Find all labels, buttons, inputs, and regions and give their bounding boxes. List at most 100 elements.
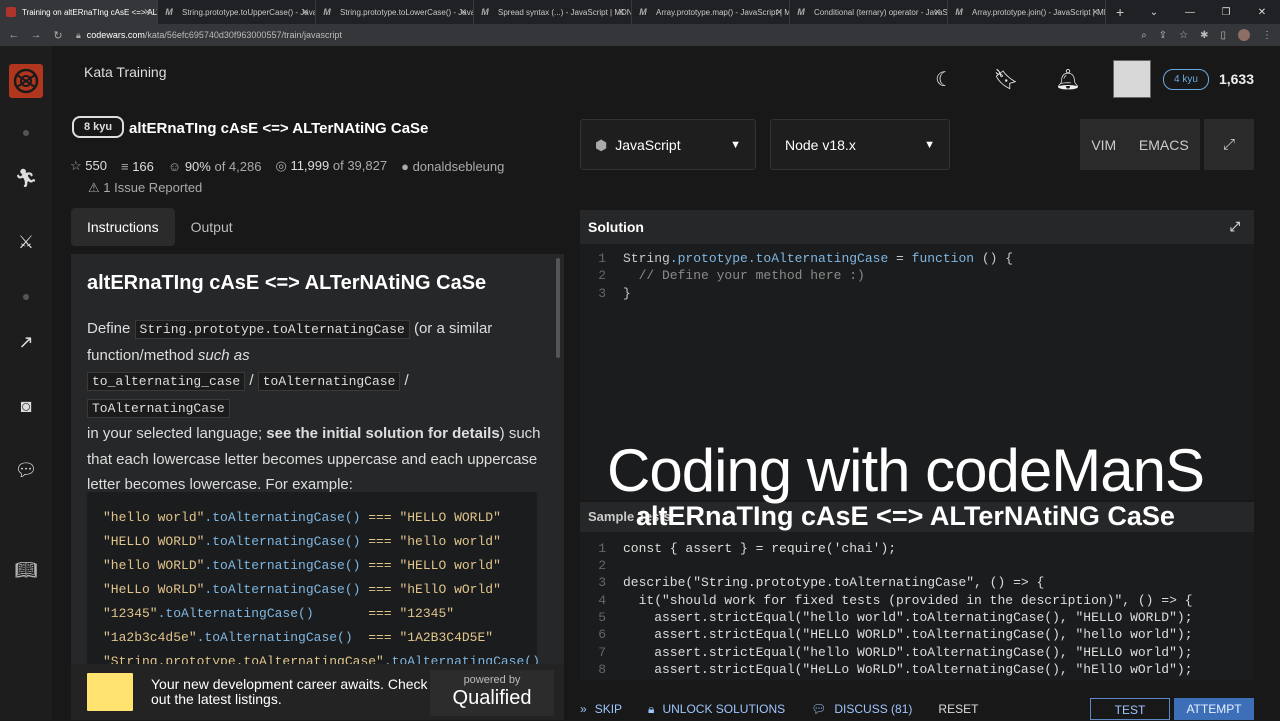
stack-icon: ≡ — [120, 158, 129, 174]
discuss-button[interactable]: 💬︎ DISCUSS (81) — [811, 702, 912, 716]
emacs-button[interactable]: EMACS — [1139, 137, 1189, 153]
bell-icon[interactable]: 🔔︎ — [1037, 67, 1099, 92]
train-runner-icon[interactable]: 🏃︎ — [14, 166, 38, 190]
fullscreen-icon[interactable]: ⤢ — [1204, 119, 1254, 170]
close-icon[interactable]: ✕ — [143, 7, 151, 18]
bookmark-icon[interactable]: 🔖︎ — [975, 67, 1037, 92]
new-tab-button[interactable]: + — [1116, 4, 1124, 20]
inline-code: String.prototype.toAlternatingCase — [134, 320, 410, 339]
maximize-icon[interactable]: ❐ — [1208, 7, 1244, 18]
browser-tab[interactable]: M String.prototype.toLowerCase() - JavaSc… — [316, 0, 474, 24]
kata-name: altERnaTIng cAsE <=> ALTerNAtiNG CaSe — [129, 120, 429, 137]
line-number: 3 — [598, 575, 606, 590]
code-line: assert.strictEqual("hello world".toAlter… — [623, 610, 1193, 625]
trending-icon[interactable]: ↗ — [14, 330, 38, 354]
minimize-icon[interactable]: — — [1172, 7, 1208, 18]
close-icon[interactable]: ✕ — [775, 7, 783, 18]
issues-link[interactable]: ⚠ 1 Issue Reported — [88, 180, 202, 196]
language-icon: ⬢ — [595, 137, 608, 153]
chat-icon: 💬︎ — [811, 702, 827, 716]
close-icon[interactable]: ✕ — [617, 7, 625, 18]
tab-output[interactable]: Output — [175, 208, 249, 246]
line-number: 2 — [598, 558, 606, 573]
line-number: 6 — [598, 627, 606, 642]
chevron-down-icon[interactable]: ⌄ — [1136, 7, 1172, 18]
window-controls: ⌄ — ❐ ✕ — [1136, 0, 1280, 24]
codewars-logo[interactable] — [9, 64, 43, 98]
close-window-icon[interactable]: ✕ — [1244, 7, 1280, 18]
extensions-icon[interactable]: ✱ — [1200, 30, 1208, 41]
browser-tab-strip: Training on altERnaTIng cAsE <=> ALTerNA… — [0, 0, 1280, 24]
browser-tab[interactable]: M Array.prototype.map() - JavaScript | MD… — [632, 0, 790, 24]
test-button[interactable]: TEST — [1090, 698, 1170, 720]
line-number: 1 — [598, 541, 606, 556]
mdn-favicon-icon: M — [639, 7, 647, 17]
tab-label: String.prototype.toUpperCase() - JavaScr… — [182, 7, 315, 17]
close-icon[interactable]: ✕ — [459, 7, 467, 18]
forward-icon[interactable]: → — [28, 29, 44, 41]
browser-tab[interactable]: M Spread syntax (...) - JavaScript | MDN ✕ — [474, 0, 632, 24]
close-icon[interactable]: ✕ — [933, 7, 941, 18]
docs-book-icon[interactable]: 📖︎ — [14, 558, 38, 582]
video-overlay-title: Coding with codeManS — [607, 437, 1205, 504]
profile-avatar[interactable] — [1238, 29, 1250, 41]
mdn-favicon-icon: M — [797, 7, 805, 17]
chat-icon[interactable]: 💬︎ — [14, 458, 38, 482]
rank-badge[interactable]: 4 kyu — [1163, 68, 1209, 90]
attempt-button[interactable]: ATTEMPT — [1174, 698, 1254, 720]
user-avatar[interactable] — [1113, 60, 1152, 98]
vim-button[interactable]: VIM — [1091, 137, 1116, 153]
tab-instructions[interactable]: Instructions — [71, 208, 175, 246]
menu-icon[interactable]: ⋮ — [1262, 30, 1272, 41]
mdn-favicon-icon: M — [323, 7, 331, 17]
code-line: } — [623, 286, 631, 301]
example-code: "hello world".toAlternatingCase() === "H… — [103, 506, 540, 664]
browser-tab[interactable]: M Array.prototype.join() - JavaScript | M… — [948, 0, 1106, 24]
page-title: Kata Training — [84, 64, 167, 80]
practice-icon[interactable]: ⚔︎ — [14, 230, 38, 254]
unlock-solutions-button[interactable]: 🔒︎ UNLOCK SOLUTIONS — [648, 702, 785, 717]
reload-icon[interactable]: ↻ — [50, 29, 66, 42]
powered-by[interactable]: powered by Qualified — [430, 670, 554, 716]
line-number: 1 — [598, 251, 606, 266]
job-ad-banner[interactable]: Your new development career awaits. Chec… — [71, 664, 564, 720]
reset-button[interactable]: RESET — [938, 702, 978, 716]
browser-tab[interactable]: M String.prototype.toUpperCase() - JavaSc… — [158, 0, 316, 24]
share-icon[interactable]: ⇪ — [1159, 30, 1167, 41]
line-number: 8 — [598, 662, 606, 677]
instructions-scrollbar[interactable] — [556, 258, 560, 358]
bookmark-star-icon[interactable]: ☆ — [1179, 30, 1188, 41]
ad-text: Your new development career awaits. Chec… — [151, 676, 428, 707]
tab-label: String.prototype.toLowerCase() - JavaScr… — [340, 7, 473, 17]
address-bar: ← → ↻ 🔒︎ codewars.com/kata/56efc695740d3… — [0, 24, 1280, 46]
sample-tests-editor[interactable]: 1 const { assert } = require('chai'); 2 … — [580, 532, 1254, 680]
close-icon[interactable]: ✕ — [1091, 7, 1099, 18]
discord-icon[interactable]: ◙ — [14, 394, 38, 418]
warning-icon: ⚠ — [88, 180, 100, 195]
solution-header: Solution ⤢ — [580, 210, 1254, 244]
language-select[interactable]: ⬢ JavaScript ▼ — [580, 119, 756, 170]
browser-tab[interactable]: Training on altERnaTIng cAsE <=> ALTerNA… — [0, 0, 158, 24]
back-icon[interactable]: ← — [6, 29, 22, 41]
expand-icon[interactable]: ⤢ — [1230, 210, 1240, 244]
skip-button[interactable]: » SKIP — [580, 702, 622, 716]
line-number: 7 — [598, 645, 606, 660]
collections-stat[interactable]: ≡ 166 — [121, 159, 154, 174]
action-bar: » SKIP 🔒︎ UNLOCK SOLUTIONS 💬︎ DISCUSS (81) … — [580, 698, 1254, 720]
sidebar-toggle-icon[interactable]: ▯ — [1220, 30, 1226, 41]
zoom-icon[interactable]: ⌕ — [1141, 30, 1147, 41]
tab-label: Array.prototype.join() - JavaScript | MD… — [972, 7, 1106, 17]
honor-count: 1,633 — [1218, 71, 1254, 87]
thumbs-icon: ☺ — [167, 158, 182, 174]
code-line: assert.strictEqual("HELLO WORLD".toAlter… — [623, 627, 1193, 642]
moon-icon[interactable]: ☾ — [913, 67, 975, 92]
author-link[interactable]: ● donaldsebleung — [401, 159, 504, 174]
url-field[interactable]: 🔒︎ codewars.com/kata/56efc695740d30f9630… — [76, 30, 342, 41]
top-bar: Kata Training ☾ 🔖︎ 🔔︎ 4 kyu 1,633 — [52, 46, 1280, 108]
version-select[interactable]: Node v18.x ▼ — [770, 119, 950, 170]
code-line: it("should work for fixed tests (provide… — [623, 593, 1193, 608]
stars-stat[interactable]: ☆ 550 — [70, 158, 107, 174]
code-line: "hello world".toAlternatingCase() === "H… — [103, 510, 501, 525]
browser-tab[interactable]: M Conditional (ternary) operator - JavaSc… — [790, 0, 948, 24]
close-icon[interactable]: ✕ — [301, 7, 309, 18]
